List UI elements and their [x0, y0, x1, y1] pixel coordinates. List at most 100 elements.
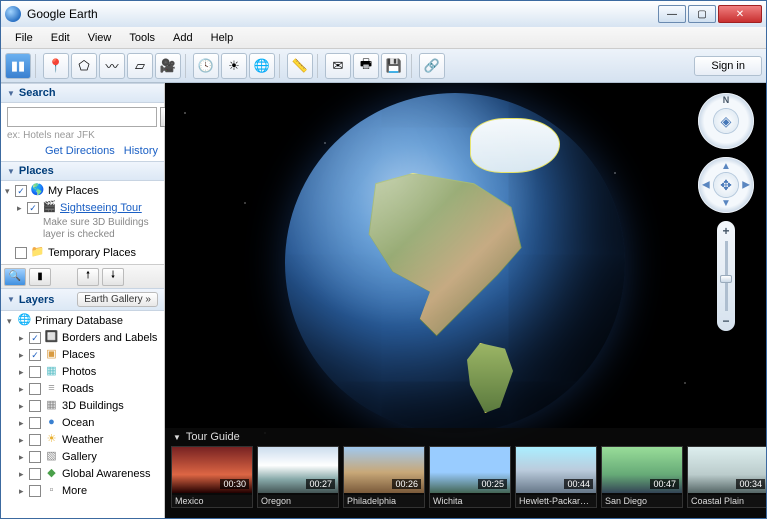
zoom-slider[interactable]: + −: [717, 221, 735, 331]
tree-toggle[interactable]: ▸: [19, 433, 29, 448]
layer-item[interactable]: Ocean: [62, 416, 94, 431]
record-tour-button[interactable]: 🎥: [155, 53, 181, 79]
view-maps-button[interactable]: 🔗: [419, 53, 445, 79]
my-places-checkbox[interactable]: [15, 185, 27, 197]
zoom-track[interactable]: [725, 241, 728, 311]
layer-item[interactable]: Global Awareness: [62, 467, 150, 482]
temporary-places-item[interactable]: Temporary Places: [48, 246, 136, 261]
image-overlay-button[interactable]: ▱: [127, 53, 153, 79]
zoom-out-button[interactable]: −: [722, 314, 729, 328]
tree-toggle[interactable]: ▸: [19, 399, 29, 414]
hide-sidebar-button[interactable]: ▮▮: [5, 53, 31, 79]
tree-toggle[interactable]: ▸: [19, 416, 29, 431]
maximize-button[interactable]: ▢: [688, 5, 716, 23]
pan-down-icon[interactable]: ▼: [721, 198, 731, 209]
layer-checkbox[interactable]: [29, 451, 41, 463]
path-button[interactable]: 〰: [99, 53, 125, 79]
historical-button[interactable]: 🕓: [193, 53, 219, 79]
layer-item[interactable]: Weather: [62, 433, 103, 448]
tree-toggle[interactable]: ▾: [7, 314, 17, 329]
tree-toggle[interactable]: ▸: [19, 365, 29, 380]
layer-checkbox[interactable]: [29, 417, 41, 429]
sunlight-button[interactable]: ☀: [221, 53, 247, 79]
primary-database-item[interactable]: Primary Database: [35, 314, 123, 329]
email-button[interactable]: ✉: [325, 53, 351, 79]
tour-item[interactable]: 00:25Wichita: [429, 446, 511, 508]
my-places-item[interactable]: My Places: [48, 184, 99, 199]
tree-toggle[interactable]: ▸: [17, 201, 27, 216]
earth-globe[interactable]: [285, 93, 625, 433]
planet-button[interactable]: 🌐: [249, 53, 275, 79]
temporary-checkbox[interactable]: [15, 247, 27, 259]
print-button[interactable]: 🖶: [353, 53, 379, 79]
tour-item[interactable]: 00:44Hewlett-Packard Co...: [515, 446, 597, 508]
layer-item[interactable]: Gallery: [62, 450, 97, 465]
tour-item[interactable]: 00:27Oregon: [257, 446, 339, 508]
layer-checkbox[interactable]: [29, 332, 41, 344]
tree-toggle[interactable]: ▸: [19, 484, 29, 499]
tree-toggle[interactable]: ▸: [19, 467, 29, 482]
tour-item[interactable]: 00:26Philadelphia: [343, 446, 425, 508]
pan-ring[interactable]: ▲ ▼ ◀ ▶ ✥: [698, 157, 754, 213]
layer-checkbox[interactable]: [29, 485, 41, 497]
layer-checkbox[interactable]: [29, 349, 41, 361]
save-image-button[interactable]: 💾: [381, 53, 407, 79]
tour-strip[interactable]: 00:30Mexico00:27Oregon00:26Philadelphia0…: [165, 446, 766, 512]
tour-guide-header[interactable]: Tour Guide: [165, 428, 766, 446]
collapse-button[interactable]: 🠕: [77, 268, 99, 286]
zoom-in-button[interactable]: +: [722, 224, 729, 238]
sightseeing-tour-item[interactable]: Sightseeing Tour: [60, 201, 142, 216]
layer-checkbox[interactable]: [29, 468, 41, 480]
menu-tools[interactable]: Tools: [121, 30, 163, 46]
places-panel-header[interactable]: Places: [1, 161, 164, 181]
look-ring[interactable]: N ◈: [698, 93, 754, 149]
tree-toggle[interactable]: ▸: [19, 331, 29, 346]
layer-checkbox[interactable]: [29, 434, 41, 446]
layer-item[interactable]: Borders and Labels: [62, 331, 157, 346]
pan-hand-icon[interactable]: ✥: [714, 173, 738, 197]
menu-file[interactable]: File: [7, 30, 41, 46]
history-link[interactable]: History: [124, 145, 158, 157]
places-options-button[interactable]: ▮: [29, 268, 51, 286]
layer-item[interactable]: Places: [62, 348, 95, 363]
expand-button[interactable]: 🠗: [102, 268, 124, 286]
tour-item[interactable]: 00:47San Diego: [601, 446, 683, 508]
globe-viewer[interactable]: N ◈ ▲ ▼ ◀ ▶ ✥ + − Tour Guide 00:3: [165, 83, 766, 518]
menu-view[interactable]: View: [80, 30, 120, 46]
layer-item[interactable]: More: [62, 484, 87, 499]
signin-button[interactable]: Sign in: [694, 56, 762, 76]
tree-toggle[interactable]: ▾: [5, 184, 15, 199]
ruler-button[interactable]: 📏: [287, 53, 313, 79]
placemark-button[interactable]: 📍: [43, 53, 69, 79]
layer-checkbox[interactable]: [29, 383, 41, 395]
minimize-button[interactable]: —: [658, 5, 686, 23]
look-joystick-icon[interactable]: ◈: [714, 109, 738, 133]
layer-checkbox[interactable]: [29, 400, 41, 412]
titlebar[interactable]: Google Earth — ▢ ✕: [1, 1, 766, 27]
layer-item[interactable]: Photos: [62, 365, 96, 380]
tour-item[interactable]: 00:30Mexico: [171, 446, 253, 508]
layer-item[interactable]: Roads: [62, 382, 94, 397]
search-input[interactable]: [7, 107, 157, 127]
search-panel-header[interactable]: Search: [1, 83, 164, 103]
pan-up-icon[interactable]: ▲: [721, 161, 731, 172]
layers-panel-header[interactable]: Layers Earth Gallery »: [1, 288, 164, 311]
layer-item[interactable]: 3D Buildings: [62, 399, 124, 414]
layer-checkbox[interactable]: [29, 366, 41, 378]
menu-add[interactable]: Add: [165, 30, 201, 46]
earth-gallery-button[interactable]: Earth Gallery »: [77, 292, 158, 307]
get-directions-link[interactable]: Get Directions: [45, 145, 115, 157]
sightseeing-checkbox[interactable]: [27, 202, 39, 214]
pan-left-icon[interactable]: ◀: [702, 180, 710, 191]
close-button[interactable]: ✕: [718, 5, 762, 23]
menu-edit[interactable]: Edit: [43, 30, 78, 46]
polygon-button[interactable]: ⬠: [71, 53, 97, 79]
find-place-button[interactable]: 🔍: [4, 268, 26, 286]
tree-toggle[interactable]: ▸: [19, 348, 29, 363]
zoom-thumb[interactable]: [720, 275, 732, 283]
tree-toggle[interactable]: ▸: [19, 450, 29, 465]
tree-toggle[interactable]: ▸: [19, 382, 29, 397]
tour-item[interactable]: 00:34Coastal Plain: [687, 446, 766, 508]
menu-help[interactable]: Help: [203, 30, 242, 46]
pan-right-icon[interactable]: ▶: [742, 180, 750, 191]
